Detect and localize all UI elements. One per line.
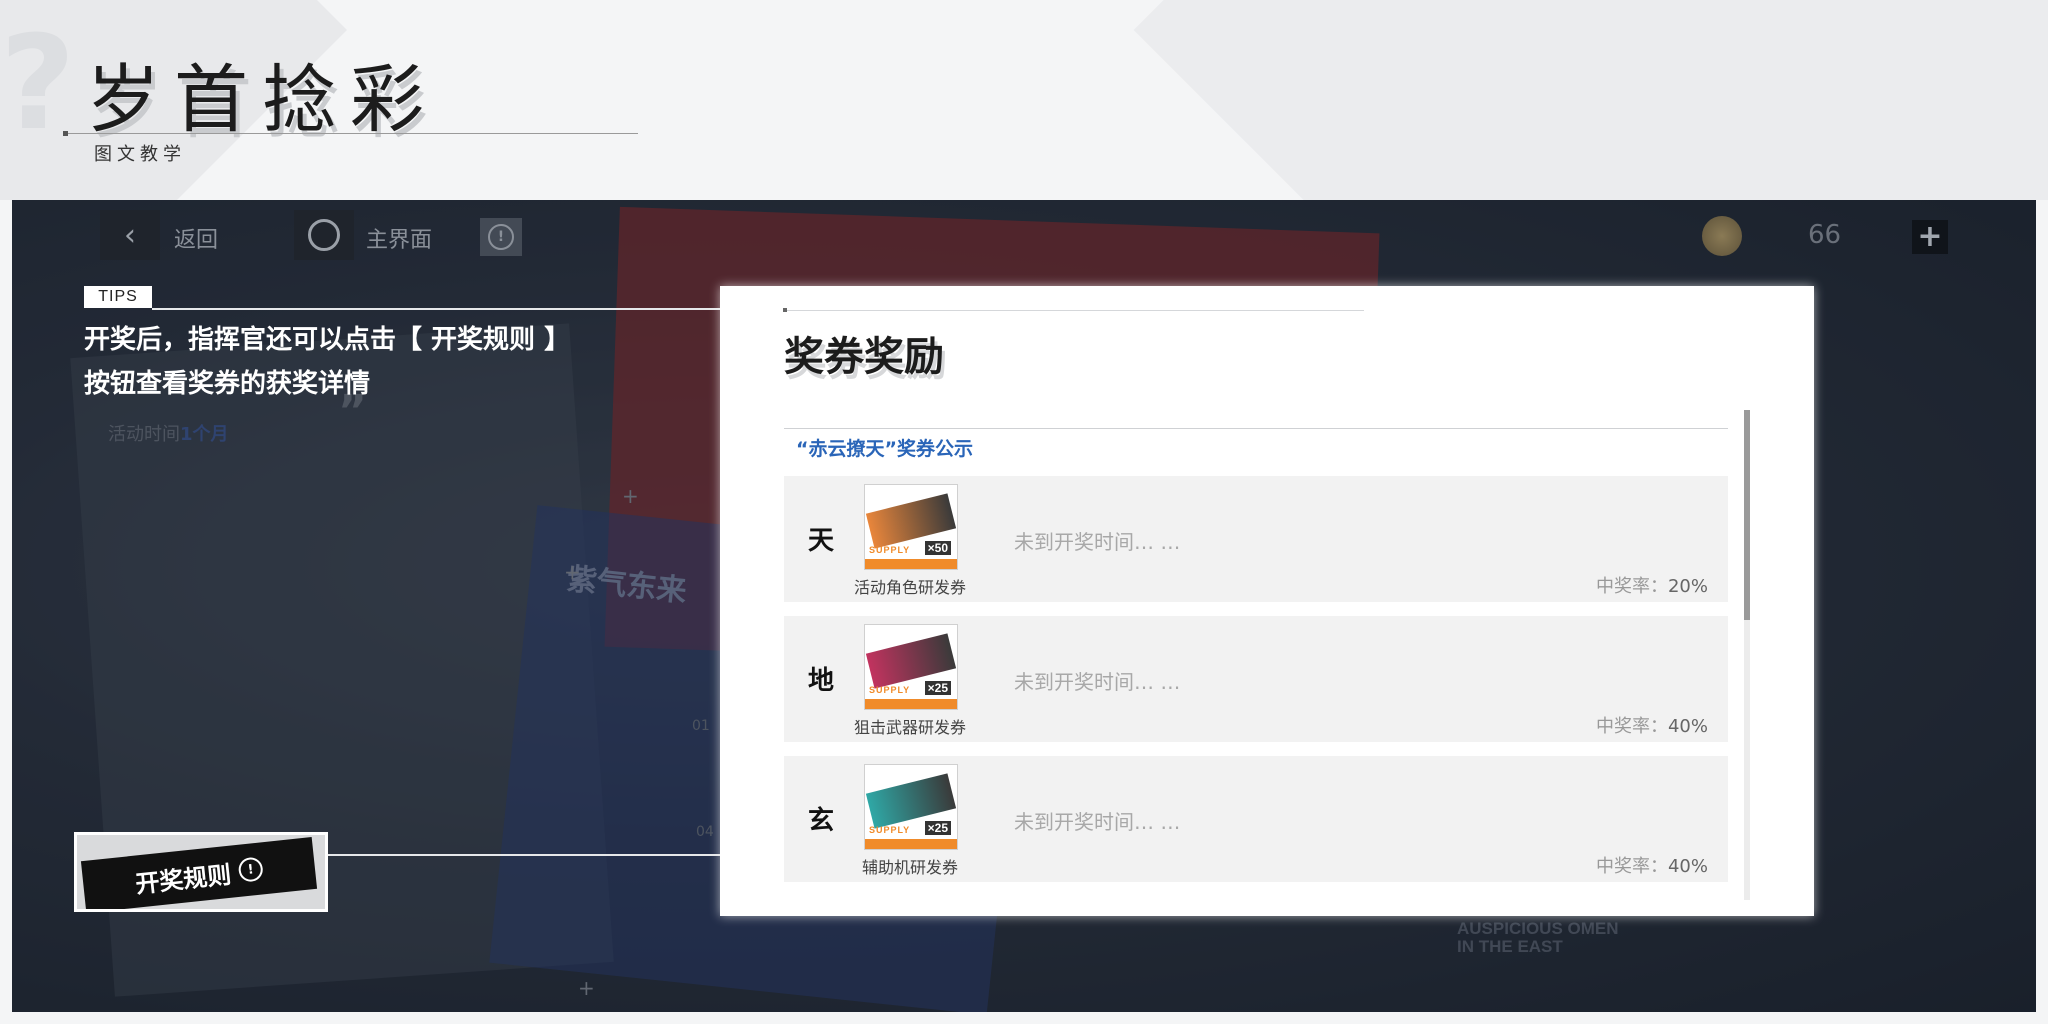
rule-connector-line (328, 854, 722, 856)
ticket-supply: SUPPLY (869, 825, 911, 835)
info-icon: ! (488, 224, 514, 250)
draw-status: 未到开奖时间… … (1014, 530, 1181, 554)
panel-top-dot (783, 308, 787, 312)
ticket-image[interactable]: SUPPLY ×25 (864, 764, 958, 850)
prize-tier: 地 (808, 666, 835, 696)
tips-text: 开奖后，指挥官还可以点击【 开奖规则 】 按钮查看奖券的获奖详情 (84, 318, 570, 406)
chevron-left-icon: ‹ (124, 217, 136, 253)
draw-rules-button[interactable]: 开奖规则 ! (74, 832, 328, 912)
ticket-quantity: ×25 (924, 681, 951, 695)
ticket-name: 狙击武器研发券 (853, 718, 966, 737)
ticket-bar (865, 839, 957, 849)
section-title: “赤云撩天”奖券公示 (796, 438, 973, 460)
ticket-quantity: ×50 (924, 541, 951, 555)
page-title: 岁首捻彩 (86, 57, 438, 143)
prize-row: 天 SUPPLY ×50 活动角色研发券 未到开奖时间… … 中奖率：20% (784, 476, 1728, 602)
win-rate-value: 40% (1667, 716, 1708, 737)
panel-title: 奖券奖励 (784, 334, 944, 380)
currency-coin-icon (1702, 216, 1742, 256)
win-rate-value: 20% (1667, 576, 1708, 597)
win-rate-label: 中奖率： (1595, 576, 1668, 597)
back-button[interactable]: ‹ (100, 210, 160, 260)
draw-status: 未到开奖时间… … (1014, 810, 1181, 834)
tips-badge: TIPS (84, 286, 152, 308)
back-label[interactable]: 返回 (174, 222, 218, 254)
panel-scrollbar[interactable] (1744, 410, 1750, 900)
info-button[interactable]: ! (480, 218, 522, 256)
prize-row: 玄 SUPPLY ×25 辅助机研发券 未到开奖时间… … 中奖率：40% (784, 756, 1728, 882)
prize-tier: 玄 (808, 806, 835, 836)
home-label[interactable]: 主界面 (366, 222, 432, 254)
win-rate: 中奖率：20% (1596, 572, 1708, 598)
draw-rules-button-inner: 开奖规则 ! (80, 837, 318, 909)
scrollbar-thumb[interactable] (1744, 410, 1750, 620)
add-currency-button[interactable]: + (1912, 220, 1948, 254)
title-divider (66, 133, 638, 134)
tips-line-1: 开奖后，指挥官还可以点击【 开奖规则 】 (84, 325, 571, 355)
win-rate-value: 40% (1667, 856, 1708, 877)
draw-status: 未到开奖时间… … (1014, 670, 1181, 694)
ticket-name: 辅助机研发券 (861, 858, 958, 877)
ticket-quantity: ×25 (924, 821, 951, 835)
win-rate-label: 中奖率： (1595, 716, 1668, 737)
info-icon: ! (237, 856, 264, 883)
prize-tier: 天 (808, 526, 835, 556)
prize-row: 地 SUPPLY ×25 狙击武器研发券 未到开奖时间… … 中奖率：40% (784, 616, 1728, 742)
panel-top-divider (784, 310, 1364, 311)
ticket-supply: SUPPLY (869, 545, 911, 555)
ticket-supply: SUPPLY (869, 685, 911, 695)
tips-connector-line (152, 308, 722, 310)
title-divider-dot (63, 131, 68, 136)
ticket-image[interactable]: SUPPLY ×50 (864, 484, 958, 570)
ticket-rewards-panel: 奖券奖励 “赤云撩天”奖券公示 天 SUPPLY ×50 活动角色研发券 未到开… (720, 286, 1814, 916)
page-subtitle: 图文教学 (94, 144, 186, 165)
home-ring-icon (308, 219, 340, 251)
win-rate: 中奖率：40% (1596, 852, 1708, 878)
draw-rules-label: 开奖规则 (134, 860, 233, 899)
ticket-image[interactable]: SUPPLY ×25 (864, 624, 958, 710)
ticket-bar (865, 699, 957, 709)
ticket-bar (865, 559, 957, 569)
ticket-name: 活动角色研发券 (853, 578, 966, 597)
panel-section-divider (784, 428, 1728, 429)
tips-line-2: 按钮查看奖券的获奖详情 (84, 369, 371, 399)
win-rate-label: 中奖率： (1595, 856, 1668, 877)
header-deco-triangle (1133, 0, 2048, 200)
currency-count: 66 (1808, 220, 1842, 250)
home-button[interactable] (294, 210, 354, 260)
win-rate: 中奖率：40% (1596, 712, 1708, 738)
